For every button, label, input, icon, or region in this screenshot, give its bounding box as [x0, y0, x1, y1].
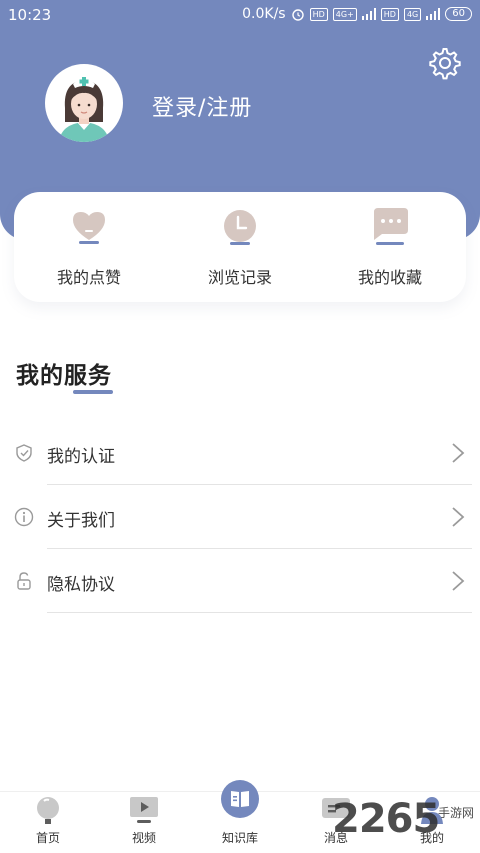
quick-actions-card: 我的点赞 浏览记录 我的收藏 — [14, 192, 466, 302]
menu-item-certification[interactable]: 我的认证 — [0, 421, 480, 485]
tab-label-video: 视频 — [131, 831, 156, 845]
chevron-right-icon — [452, 443, 465, 463]
status-indicators: 0.0K/s HD 4G+ HD 4G 60 — [242, 6, 472, 22]
quick-item-favorites[interactable]: 我的收藏 — [330, 206, 450, 292]
info-icon — [14, 507, 34, 527]
profile-page: 10:23 0.0K/s HD 4G+ HD 4G 60 登录/注册 我的点赞 … — [0, 0, 480, 853]
quick-label-likes: 我的点赞 — [56, 268, 121, 287]
menu-label-privacy: 隐私协议 — [47, 575, 115, 595]
quick-item-likes[interactable]: 我的点赞 — [29, 206, 149, 292]
tab-label-home: 首页 — [35, 831, 60, 845]
video-icon — [130, 797, 158, 823]
chevron-right-icon — [452, 507, 465, 527]
tab-label-knowledge: 知识库 — [221, 831, 258, 845]
avatar[interactable] — [45, 64, 123, 142]
book-icon — [231, 791, 249, 807]
signal-icon — [361, 8, 376, 20]
gear-icon[interactable] — [428, 46, 462, 80]
tab-label-messages: 消息 — [323, 831, 348, 845]
battery-indicator: 60 — [445, 7, 472, 21]
quick-item-history[interactable]: 浏览记录 — [180, 206, 300, 292]
hd-badge-2: HD — [380, 7, 399, 21]
message-icon — [322, 798, 350, 818]
tab-messages[interactable]: 消息 — [288, 792, 384, 853]
tab-label-mine: 我的 — [419, 831, 444, 845]
login-register-link[interactable]: 登录/注册 — [152, 90, 252, 122]
knowledge-tab-button[interactable] — [221, 780, 259, 818]
services-title-underline — [73, 390, 113, 394]
services-title: 我的服务 — [16, 363, 112, 389]
menu-item-privacy[interactable]: 隐私协议 — [0, 549, 480, 613]
quick-label-history: 浏览记录 — [207, 268, 272, 287]
shield-icon — [16, 444, 32, 462]
menu-item-about[interactable]: 关于我们 — [0, 485, 480, 549]
network-badge-2: 4G — [403, 7, 422, 21]
menu-label-certification: 我的认证 — [47, 447, 115, 467]
hd-badge: HD — [309, 7, 328, 21]
menu-divider — [47, 612, 472, 613]
lock-icon — [17, 572, 31, 590]
alarm-icon — [291, 9, 304, 21]
status-time: 10:23 — [8, 6, 52, 24]
tab-video[interactable]: 视频 — [96, 792, 192, 853]
tab-mine[interactable]: 我的 — [384, 792, 480, 853]
network-speed: 0.0K/s — [242, 6, 286, 22]
chat-bubble-icon — [374, 208, 408, 245]
status-bar: 10:23 0.0K/s HD 4G+ HD 4G 60 — [0, 0, 480, 30]
tab-home[interactable]: 首页 — [0, 792, 96, 853]
quick-label-favorites: 我的收藏 — [357, 268, 422, 287]
signal-icon-2 — [426, 8, 441, 20]
user-icon — [421, 797, 443, 824]
nurse-avatar-icon — [59, 77, 109, 142]
clock-icon — [224, 210, 256, 245]
home-icon — [37, 797, 59, 824]
menu-label-about: 关于我们 — [47, 511, 115, 531]
network-badge-1: 4G+ — [332, 7, 357, 21]
chevron-right-icon — [452, 571, 465, 591]
heart-icon — [73, 212, 105, 244]
